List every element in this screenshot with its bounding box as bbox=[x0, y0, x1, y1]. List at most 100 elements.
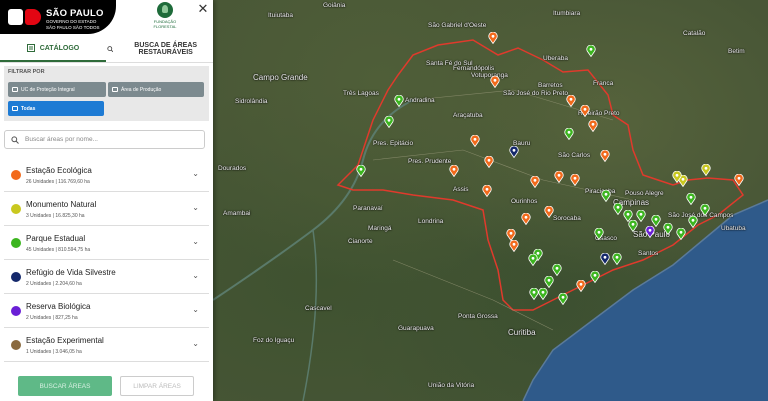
map-marker-icon[interactable] bbox=[470, 135, 480, 147]
map-marker-icon[interactable] bbox=[558, 293, 568, 305]
map-marker-icon[interactable] bbox=[521, 213, 531, 225]
map-marker-icon[interactable] bbox=[482, 185, 492, 197]
map-marker-icon[interactable] bbox=[612, 253, 622, 265]
map-marker-icon[interactable] bbox=[600, 253, 610, 265]
map-label: Campo Grande bbox=[253, 73, 308, 82]
limpar-areas-button[interactable]: LIMPAR ÁREAS bbox=[120, 376, 194, 396]
category-meta: 45 Unidades | 810.594,75 ha bbox=[26, 247, 91, 253]
map-marker-icon[interactable] bbox=[552, 264, 562, 276]
close-button[interactable]: ✕ bbox=[196, 2, 210, 16]
category-item[interactable]: Reserva Biológica 2 Unidades | 827,25 ha… bbox=[4, 294, 209, 328]
map-marker-icon[interactable] bbox=[594, 228, 604, 240]
map-marker-icon[interactable] bbox=[488, 32, 498, 44]
map-marker-icon[interactable] bbox=[734, 174, 744, 186]
category-name: Estação Ecológica bbox=[26, 166, 92, 175]
map-marker-icon[interactable] bbox=[570, 174, 580, 186]
chevron-down-icon[interactable]: ⌄ bbox=[192, 237, 199, 246]
map-label: Sidrolândia bbox=[235, 98, 268, 105]
map-label: Três Lagoas bbox=[343, 90, 379, 97]
filter-uc-protecao-integral-button[interactable]: UC de Proteção Integral bbox=[8, 82, 106, 97]
map-marker-icon[interactable] bbox=[509, 146, 519, 158]
map-marker-icon[interactable] bbox=[484, 156, 494, 168]
map-marker-icon[interactable] bbox=[636, 210, 646, 222]
map-marker-icon[interactable] bbox=[588, 120, 598, 132]
map-marker-icon[interactable] bbox=[566, 95, 576, 107]
map-marker-icon[interactable] bbox=[663, 223, 673, 235]
map-label: Ponta Grossa bbox=[458, 313, 498, 320]
map-marker-icon[interactable] bbox=[613, 203, 623, 215]
chevron-down-icon[interactable]: ⌄ bbox=[192, 203, 199, 212]
map-view[interactable]: Goiânia São Gabriel d'Oeste Itumbiara Ca… bbox=[213, 0, 768, 401]
map-marker-icon[interactable] bbox=[600, 150, 610, 162]
map-label: Amambai bbox=[223, 210, 251, 217]
map-label: Uberaba bbox=[543, 55, 568, 62]
search-input[interactable] bbox=[23, 135, 197, 144]
map-label: Paranavaí bbox=[353, 205, 383, 212]
chevron-down-icon[interactable]: ⌄ bbox=[192, 305, 199, 314]
map-marker-icon[interactable] bbox=[672, 171, 682, 183]
map-label: Fernandópolis bbox=[453, 65, 495, 72]
map-label: Goiânia bbox=[323, 2, 346, 9]
map-marker-icon[interactable] bbox=[700, 204, 710, 216]
category-meta: 2 Unidades | 2.204,60 ha bbox=[26, 281, 82, 287]
filter-todas-button[interactable]: Todas bbox=[8, 101, 104, 116]
map-marker-icon[interactable] bbox=[564, 128, 574, 140]
category-item[interactable]: Estação Experimental 1 Unidades | 3.046,… bbox=[4, 328, 209, 362]
chevron-down-icon[interactable]: ⌄ bbox=[192, 169, 199, 178]
buscar-areas-button[interactable]: BUSCAR ÁREAS bbox=[18, 376, 112, 396]
map-label: São Carlos bbox=[558, 152, 591, 159]
map-marker-icon[interactable] bbox=[544, 276, 554, 288]
map-marker-icon[interactable] bbox=[528, 254, 538, 266]
map-label: Cascavel bbox=[305, 305, 332, 312]
category-item[interactable]: Parque Estadual 45 Unidades | 810.594,75… bbox=[4, 226, 209, 260]
map-label: Barretos bbox=[538, 82, 563, 89]
map-marker-icon[interactable] bbox=[586, 45, 596, 57]
map-marker-icon[interactable] bbox=[554, 171, 564, 183]
filter-area-producao-button[interactable]: Área de Produção bbox=[108, 82, 204, 97]
tree-icon bbox=[157, 2, 173, 18]
tab-busca-areas[interactable]: BUSCA DE ÁREAS RESTAURÁVEIS bbox=[107, 36, 213, 62]
search-box bbox=[4, 130, 205, 149]
chevron-down-icon[interactable]: ⌄ bbox=[192, 271, 199, 280]
map-marker-icon[interactable] bbox=[544, 206, 554, 218]
map-marker-icon[interactable] bbox=[688, 216, 698, 228]
map-marker-icon[interactable] bbox=[601, 190, 611, 202]
category-color-dot bbox=[11, 170, 21, 180]
map-marker-icon[interactable] bbox=[576, 280, 586, 292]
map-marker-icon[interactable] bbox=[590, 271, 600, 283]
map-marker-icon[interactable] bbox=[651, 215, 661, 227]
map-marker-icon[interactable] bbox=[645, 226, 655, 238]
shield-icon bbox=[12, 87, 18, 92]
map-label: Itumbiara bbox=[553, 10, 581, 17]
map-marker-icon[interactable] bbox=[686, 193, 696, 205]
map-marker-icon[interactable] bbox=[529, 288, 539, 300]
map-label: Franca bbox=[593, 80, 614, 87]
category-name: Monumento Natural bbox=[26, 200, 97, 209]
map-marker-icon[interactable] bbox=[701, 164, 711, 176]
category-name: Refúgio de Vida Silvestre bbox=[26, 268, 116, 277]
map-marker-icon[interactable] bbox=[449, 165, 459, 177]
category-item[interactable]: Refúgio de Vida Silvestre 2 Unidades | 2… bbox=[4, 260, 209, 294]
map-marker-icon[interactable] bbox=[356, 165, 366, 177]
category-color-dot bbox=[11, 340, 21, 350]
map-label: Ourinhos bbox=[511, 198, 538, 205]
tab-catalogo[interactable]: CATÁLOGO bbox=[0, 36, 106, 62]
tab-bar: CATÁLOGO BUSCA DE ÁREAS RESTAURÁVEIS bbox=[0, 36, 213, 63]
map-marker-icon[interactable] bbox=[676, 228, 686, 240]
map-label: Ubatuba bbox=[721, 225, 746, 232]
map-marker-icon[interactable] bbox=[530, 176, 540, 188]
map-label: Andradina bbox=[405, 97, 435, 104]
logo-title: SÃO PAULO bbox=[46, 8, 104, 19]
map-marker-icon[interactable] bbox=[394, 95, 404, 107]
map-marker-icon[interactable] bbox=[509, 240, 519, 252]
category-item[interactable]: Estação Ecológica 26 Unidades | 116.769,… bbox=[4, 158, 209, 192]
category-meta: 3 Unidades | 16.825,30 ha bbox=[26, 213, 85, 219]
map-marker-icon[interactable] bbox=[580, 105, 590, 117]
category-item[interactable]: Monumento Natural 3 Unidades | 16.825,30… bbox=[4, 192, 209, 226]
chevron-down-icon[interactable]: ⌄ bbox=[192, 339, 199, 348]
map-marker-icon[interactable] bbox=[490, 76, 500, 88]
map-marker-icon[interactable] bbox=[538, 288, 548, 300]
map-label: Catalão bbox=[683, 30, 706, 37]
map-marker-icon[interactable] bbox=[384, 116, 394, 128]
category-color-dot bbox=[11, 204, 21, 214]
